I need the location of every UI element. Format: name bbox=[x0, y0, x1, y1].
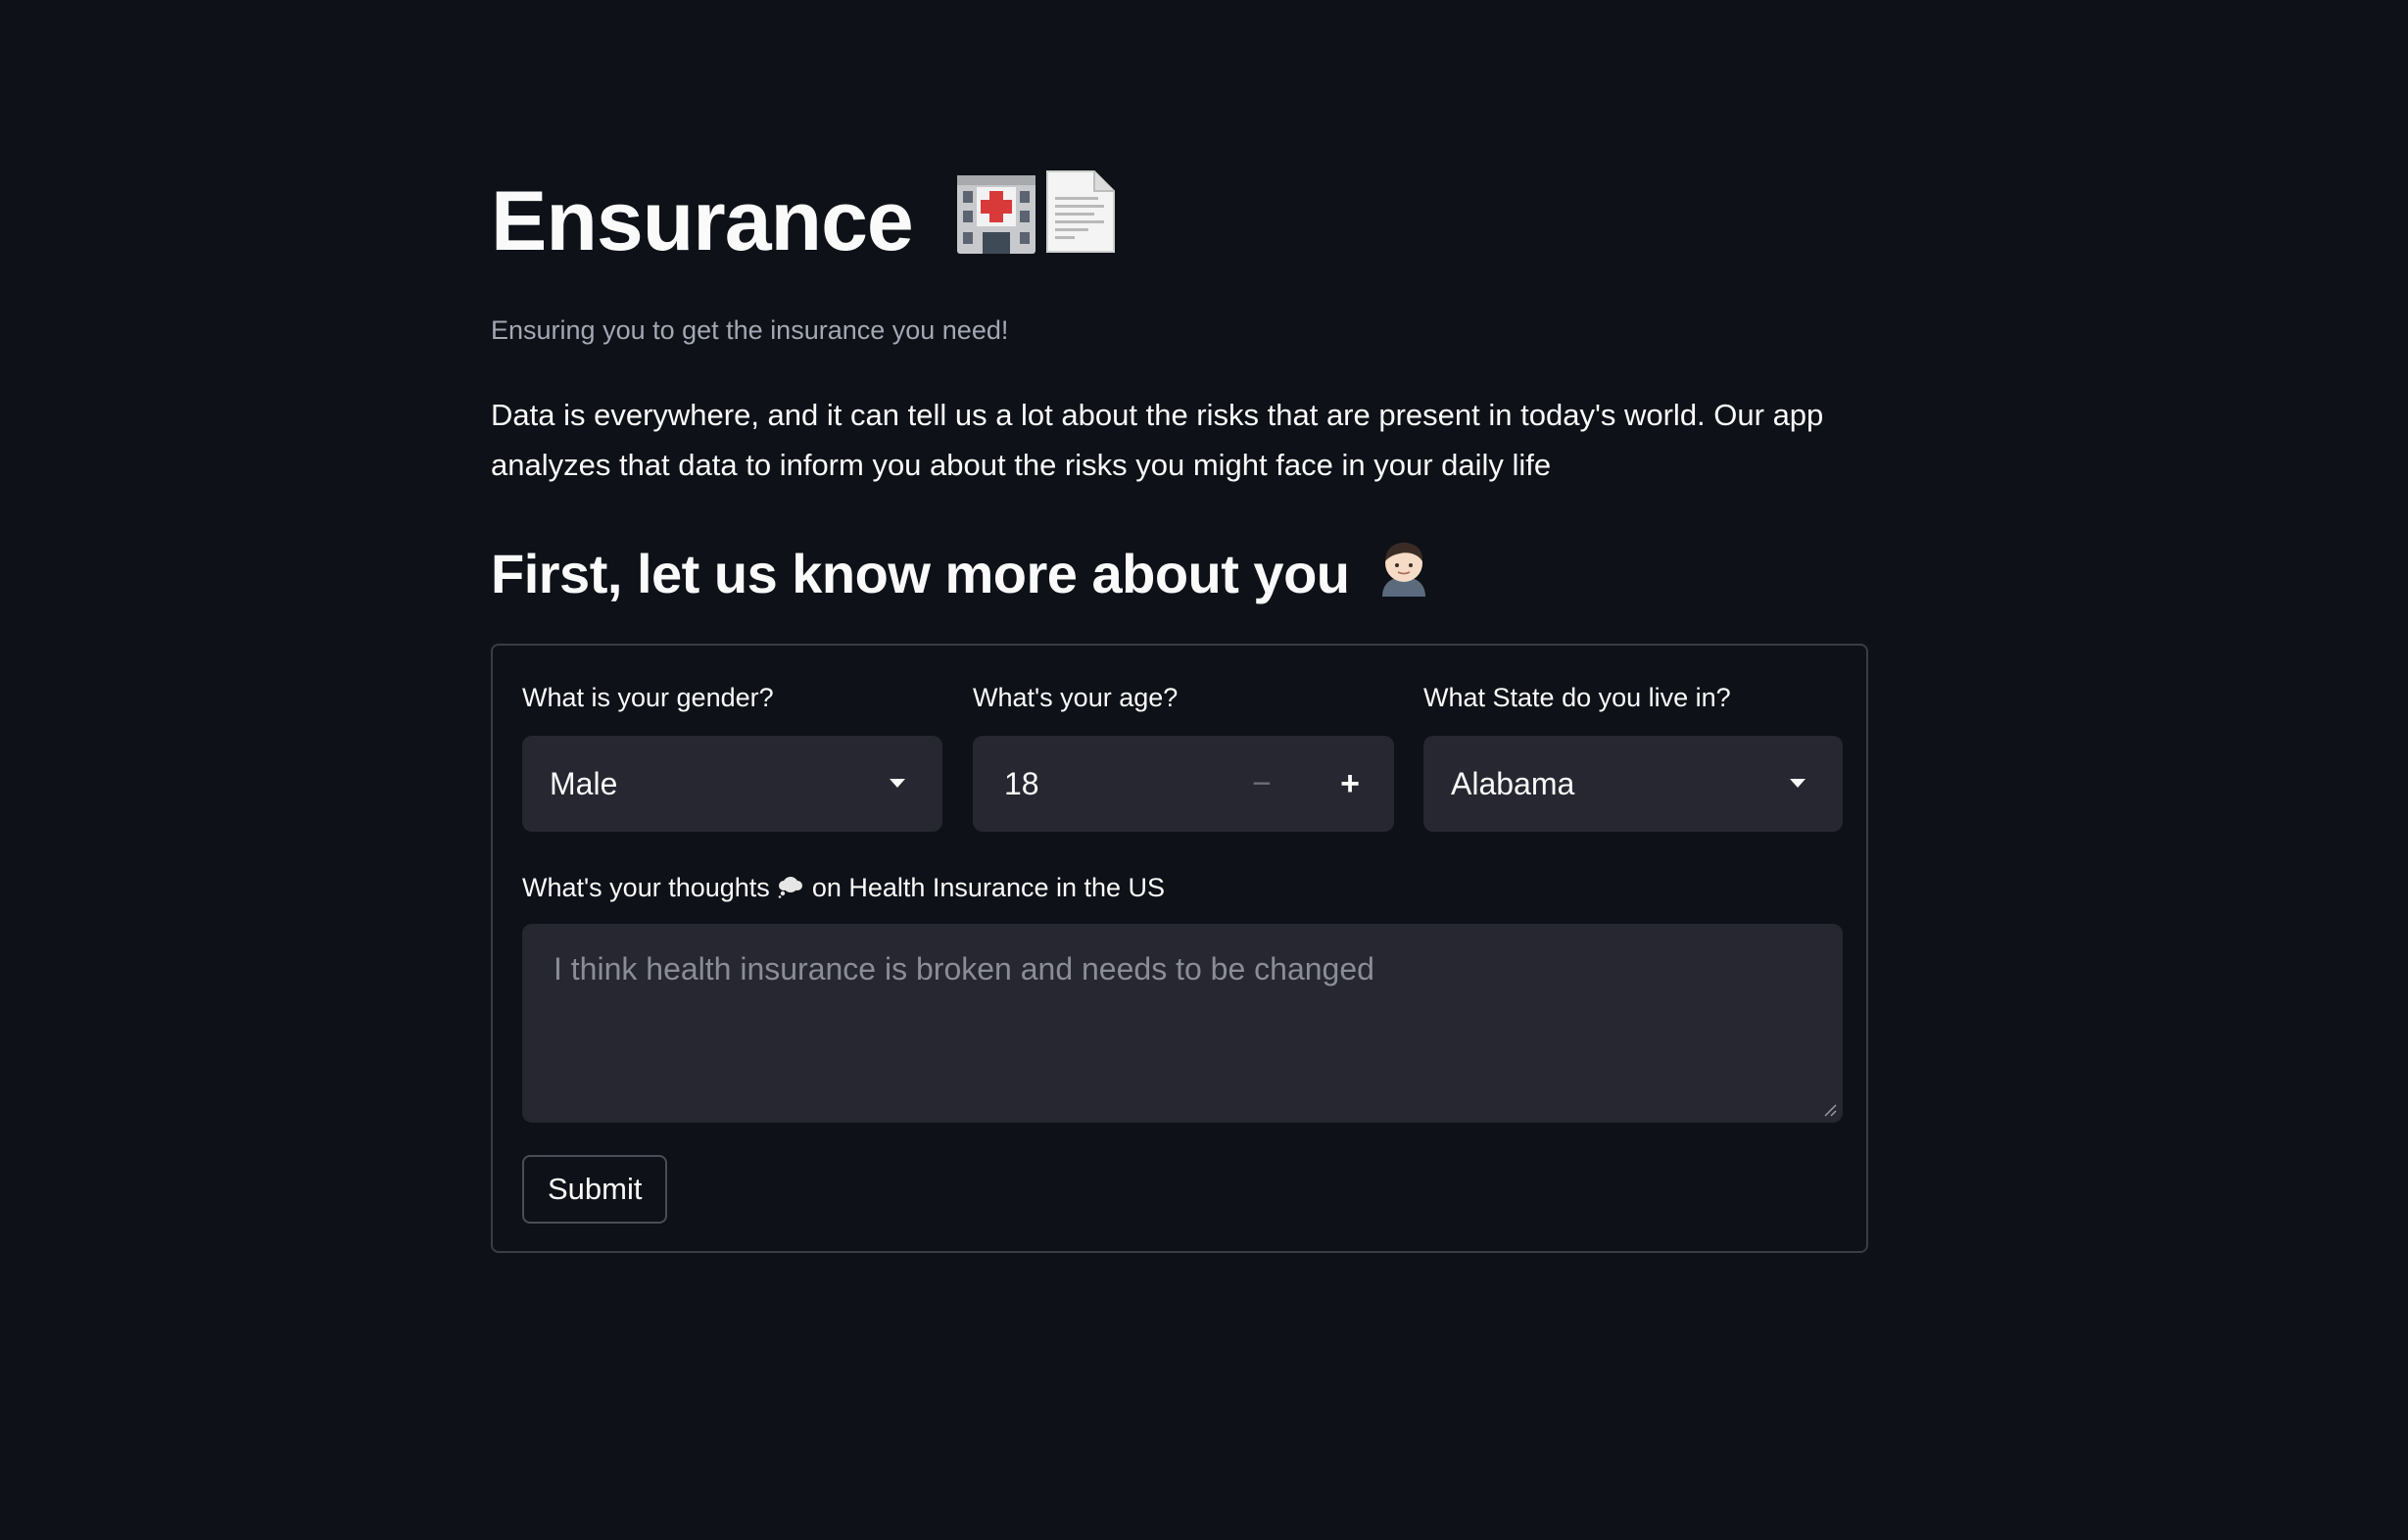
state-select[interactable]: Alabama bbox=[1423, 736, 1843, 832]
page-title-text: Ensurance bbox=[491, 174, 914, 268]
thoughts-label: What's your thoughts on Health Insurance… bbox=[522, 873, 1165, 903]
age-label: What's your age? bbox=[973, 683, 1179, 712]
state-label: What State do you live in? bbox=[1423, 683, 1731, 712]
app-page: Ensurance Ensuring you to get the insura… bbox=[0, 0, 2408, 1540]
resize-handle-icon[interactable] bbox=[1823, 1103, 1837, 1117]
about-you-form: What is your gender? Male What's your ag… bbox=[491, 644, 1868, 1253]
state-select-value: Alabama bbox=[1451, 766, 1575, 801]
age-input-value: 18 bbox=[1004, 766, 1039, 801]
minus-icon: − bbox=[1252, 765, 1272, 802]
age-input-field[interactable]: 18 bbox=[973, 736, 1218, 832]
section-heading-text: First, let us know more about you bbox=[491, 543, 1350, 604]
person-icon bbox=[1381, 542, 1425, 597]
page-subtitle: Ensuring you to get the insurance you ne… bbox=[491, 315, 1009, 345]
age-increment-button[interactable]: + bbox=[1306, 736, 1394, 832]
submit-button[interactable]: Submit bbox=[522, 1155, 668, 1224]
hospital-icon bbox=[956, 175, 1035, 254]
gender-select-value: Male bbox=[550, 766, 618, 801]
age-decrement-button[interactable]: − bbox=[1218, 736, 1306, 832]
gender-select[interactable]: Male bbox=[522, 736, 942, 832]
age-number-input: 18 − + bbox=[973, 736, 1394, 832]
intro-paragraph: Data is everywhere, and it can tell us a… bbox=[491, 398, 1824, 482]
thought-bubble-icon bbox=[779, 877, 803, 898]
chevron-down-icon bbox=[890, 779, 905, 788]
page-title: Ensurance bbox=[491, 167, 1118, 276]
section-heading: First, let us know more about you bbox=[491, 537, 1429, 611]
title-emojis bbox=[955, 168, 1118, 256]
document-icon bbox=[1045, 170, 1115, 253]
thoughts-label-start: What's your thoughts bbox=[522, 873, 770, 902]
plus-icon: + bbox=[1340, 765, 1360, 802]
thoughts-textarea[interactable]: I think health insurance is broken and n… bbox=[522, 924, 1843, 1123]
gender-label: What is your gender? bbox=[522, 683, 774, 712]
chevron-down-icon bbox=[1790, 779, 1806, 788]
thoughts-label-end: on Health Insurance in the US bbox=[811, 873, 1166, 902]
thoughts-placeholder: I think health insurance is broken and n… bbox=[554, 951, 1374, 987]
